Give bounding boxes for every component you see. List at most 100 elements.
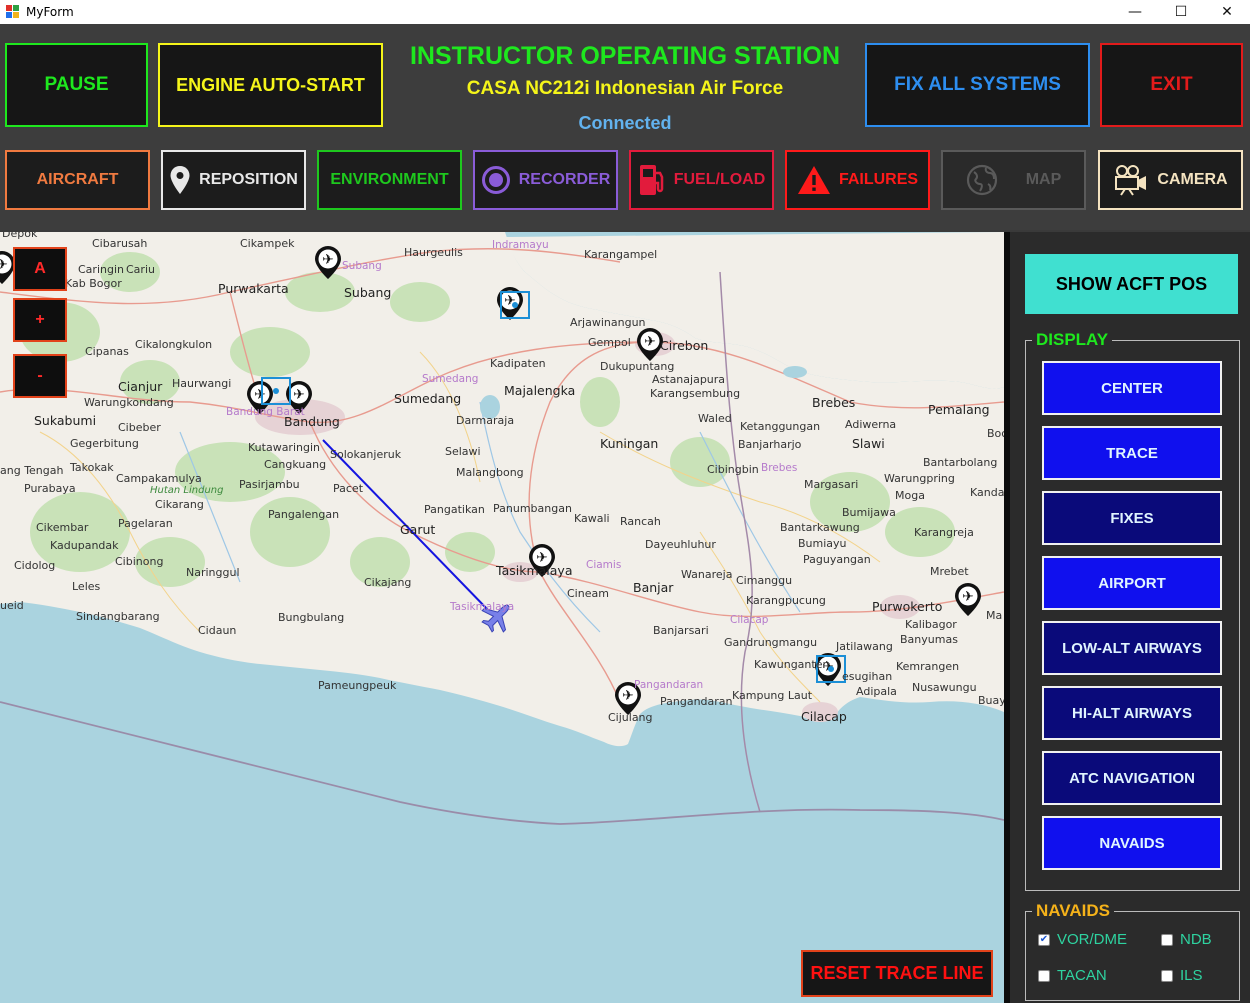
map-label: Brebes xyxy=(812,395,856,410)
tab-fuel-load[interactable]: FUEL/LOAD xyxy=(629,150,774,210)
svg-text:✈: ✈ xyxy=(254,387,266,403)
map-label: Brebes xyxy=(761,462,798,474)
map-view[interactable]: ✈ ✈ ✈ ✈ ✈ ✈ ✈ ✈ ✈ ✈ Depok Cibarusah Cika… xyxy=(0,232,1004,1003)
map-label: Karangsembung xyxy=(650,387,741,400)
map-label: Kutawaringin xyxy=(248,441,320,454)
tab-camera[interactable]: CAMERA xyxy=(1098,150,1243,210)
map-label: Cikalongkulon xyxy=(135,338,213,351)
map-label: Cijulang xyxy=(608,711,653,724)
map-label: Slawi xyxy=(852,436,885,451)
map-label: Bantarkawung xyxy=(780,521,860,534)
map-label: Sukabumi xyxy=(34,413,97,428)
tab-environment[interactable]: ENVIRONMENT xyxy=(317,150,462,210)
display-legend: DISPLAY xyxy=(1036,330,1109,349)
app-icon xyxy=(6,5,20,19)
map-label: Cibinong xyxy=(115,555,164,568)
map-label: Cikembar xyxy=(36,521,89,534)
checkmark-icon: ✔ xyxy=(1038,933,1050,946)
tab-camera-label: CAMERA xyxy=(1157,171,1228,188)
map-label: Astanajapura xyxy=(652,373,726,386)
map-label: Warungkondang xyxy=(84,396,174,409)
map-label: Takokak xyxy=(70,461,114,474)
map-label: Banjar xyxy=(633,580,674,595)
map-label: Naringgul xyxy=(186,566,240,579)
reset-trace-line-button[interactable]: RESET TRACE LINE xyxy=(801,950,993,997)
map-label: Purwokerto xyxy=(872,599,943,614)
tab-recorder[interactable]: RECORDER xyxy=(473,150,618,210)
map-label: Pangandaran xyxy=(660,695,733,708)
map-label: Haurwangi xyxy=(172,377,232,390)
display-trace-button[interactable]: TRACE xyxy=(1042,426,1222,480)
ils-checkbox[interactable]: ILS xyxy=(1161,967,1203,984)
map-label: Cikarang xyxy=(155,498,204,511)
aircraft-subtitle: CASA NC212i Indonesian Air Force xyxy=(466,78,784,99)
map-label: Cineam xyxy=(567,587,609,600)
display-atc-navigation-button[interactable]: ATC NAVIGATION xyxy=(1042,751,1222,805)
map-label: Bandung xyxy=(284,414,340,429)
engine-autostart-button[interactable]: ENGINE AUTO-START xyxy=(158,43,383,127)
vor-dme-checkbox[interactable]: ✔ VOR/DME xyxy=(1038,931,1127,948)
map-label: Warungpring xyxy=(884,472,955,485)
map-label: Cilacap xyxy=(730,614,769,626)
display-fixes-button[interactable]: FIXES xyxy=(1042,491,1222,545)
tab-recorder-label: RECORDER xyxy=(518,171,611,188)
zoom-out-button[interactable]: - xyxy=(13,354,67,398)
tab-reposition[interactable]: REPOSITION xyxy=(161,150,306,210)
map-label: Ketanggungan xyxy=(740,420,821,433)
close-window-button[interactable]: ✕ xyxy=(1204,0,1250,24)
map-label: Bumiayu xyxy=(798,537,847,550)
map-label: Bantarbolang xyxy=(923,456,998,469)
map-label: Tasikmalaya xyxy=(450,601,515,613)
map-label: Kandan xyxy=(970,486,1004,499)
ndb-label: NDB xyxy=(1180,931,1212,948)
map-label: Majalengka xyxy=(504,383,576,398)
exit-button[interactable]: EXIT xyxy=(1100,43,1243,127)
map-label: Cibarusah xyxy=(92,237,148,250)
map-label: Sindangbarang xyxy=(76,610,160,623)
map-label: Jatilawang xyxy=(836,640,893,653)
maximize-button[interactable]: ☐ xyxy=(1158,0,1204,24)
show-aircraft-position-button[interactable]: SHOW ACFT POS xyxy=(1025,254,1238,314)
tab-aircraft[interactable]: AIRCRAFT xyxy=(5,150,150,210)
display-navaids-button[interactable]: NAVAIDS xyxy=(1042,816,1222,870)
minimize-button[interactable]: — xyxy=(1112,0,1158,24)
display-low-alt-airways-button[interactable]: LOW-ALT AIRWAYS xyxy=(1042,621,1222,675)
map-label: Boc xyxy=(987,427,1004,440)
map-label: Dukupuntang xyxy=(600,360,675,373)
map-label: Karangreja xyxy=(914,526,974,539)
tacan-checkbox[interactable]: TACAN xyxy=(1038,967,1107,984)
tab-failures[interactable]: FAILURES xyxy=(785,150,930,210)
display-hi-alt-airways-button[interactable]: HI-ALT AIRWAYS xyxy=(1042,686,1222,740)
map-label: Caringin xyxy=(78,263,124,276)
map-pin-icon xyxy=(170,166,190,194)
map-label: Cipanas xyxy=(85,345,129,358)
map-label: Kalibagor xyxy=(905,618,957,631)
map-label: Cianjur xyxy=(118,379,163,394)
display-airport-button[interactable]: AIRPORT xyxy=(1042,556,1222,610)
ndb-checkbox[interactable]: NDB xyxy=(1161,931,1212,948)
pause-button[interactable]: PAUSE xyxy=(5,43,148,127)
map-label: Dayeuhluhur xyxy=(645,538,716,551)
tab-map-label: MAP xyxy=(1025,171,1062,188)
map-a-button[interactable]: A xyxy=(13,247,67,291)
map-label: Karangpucung xyxy=(746,594,826,607)
map-label: Darmaraja xyxy=(456,414,515,427)
window-title: MyForm xyxy=(26,5,74,19)
tab-map[interactable]: MAP xyxy=(941,150,1086,210)
map-label: Cibeber xyxy=(118,421,161,434)
movie-camera-icon xyxy=(1115,165,1147,196)
map-label: Tasikmalaya xyxy=(496,563,573,578)
fix-all-systems-button[interactable]: FIX ALL SYSTEMS xyxy=(865,43,1090,127)
station-title: INSTRUCTOR OPERATING STATION xyxy=(409,42,841,70)
map-label: Kawali xyxy=(574,512,610,525)
map-label: Sumedang xyxy=(422,373,479,385)
map-label: Kadipaten xyxy=(490,357,546,370)
map-label: Banyumas xyxy=(900,633,958,646)
map-label: Mrebet xyxy=(930,565,969,578)
svg-text:✈: ✈ xyxy=(644,334,656,350)
display-center-button[interactable]: CENTER xyxy=(1042,361,1222,415)
zoom-in-button[interactable]: + xyxy=(13,298,67,342)
map-label: Adiwerna xyxy=(845,418,897,431)
map-label: Cibingbin xyxy=(707,463,759,476)
map-label: Banjarharjo xyxy=(738,438,802,451)
